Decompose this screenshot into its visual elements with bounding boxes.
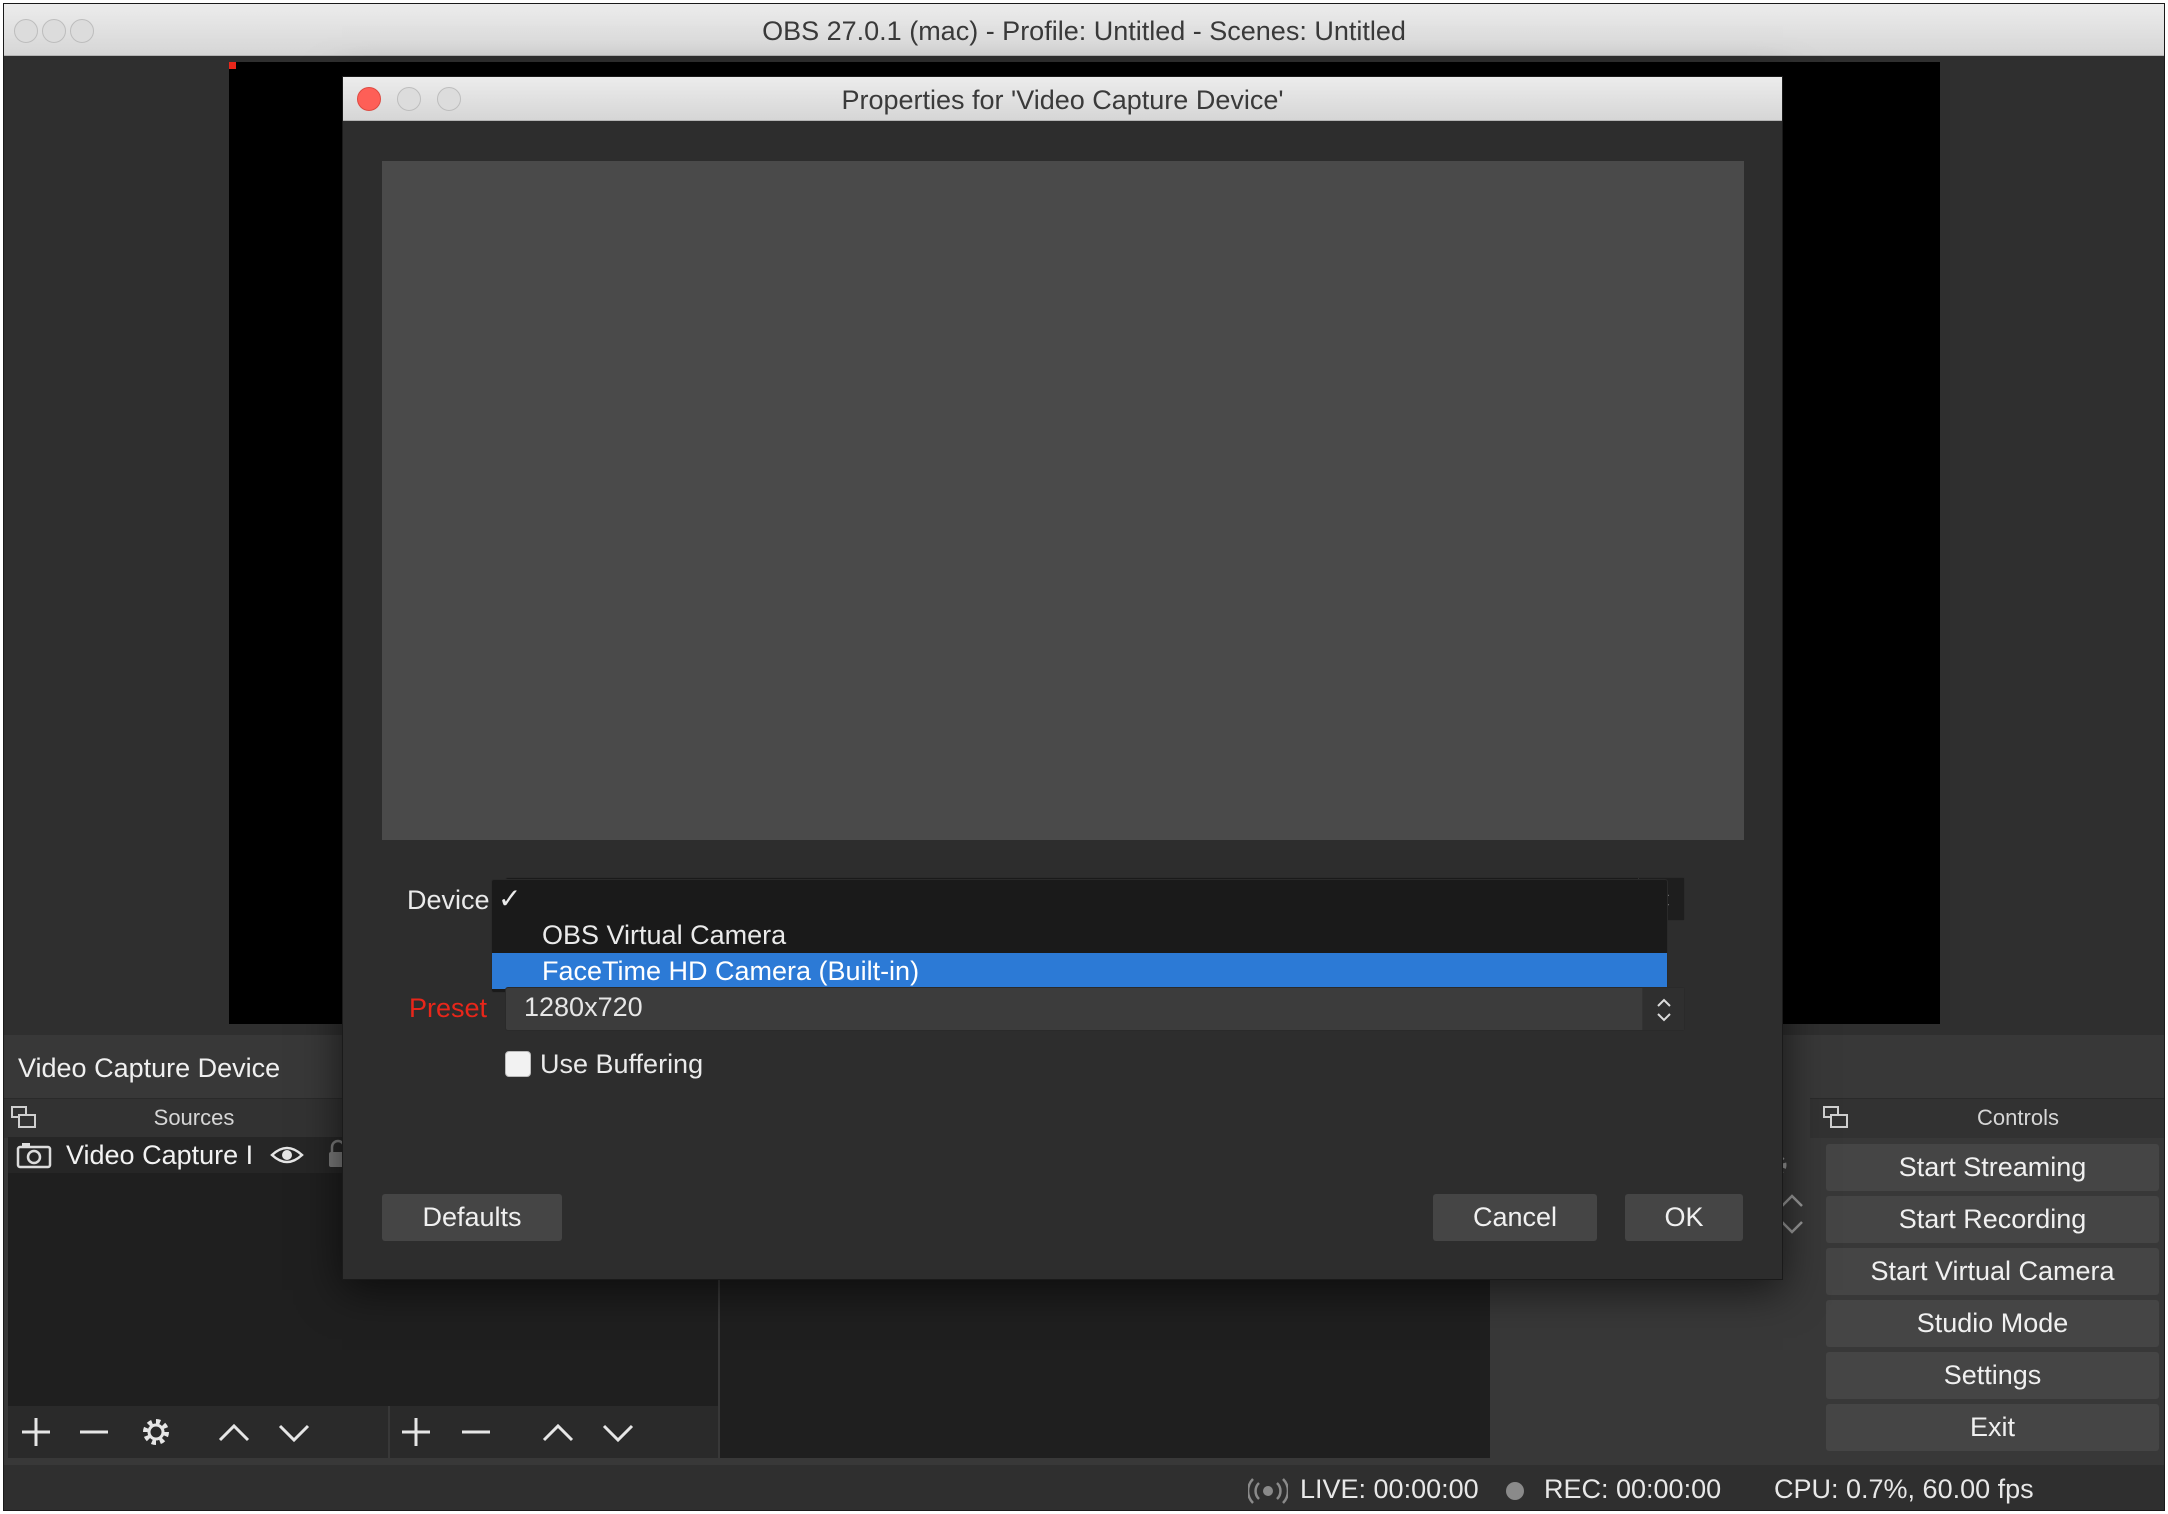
plus-icon[interactable] bbox=[16, 1412, 56, 1452]
camera-icon bbox=[16, 1143, 52, 1169]
device-option-obs-virtual-camera[interactable]: OBS Virtual Camera bbox=[492, 917, 1667, 953]
plus-icon[interactable] bbox=[396, 1412, 436, 1452]
sources-toolbar bbox=[8, 1406, 388, 1458]
use-buffering-checkbox[interactable] bbox=[505, 1051, 531, 1077]
status-bar: LIVE: 00:00:00 REC: 00:00:00 CPU: 0.7%, … bbox=[4, 1470, 2164, 1510]
minus-icon[interactable] bbox=[74, 1412, 114, 1452]
live-timer: LIVE: 00:00:00 bbox=[1300, 1474, 1479, 1504]
exit-button[interactable]: Exit bbox=[1826, 1404, 2159, 1451]
preset-select-arrows[interactable] bbox=[1642, 988, 1684, 1030]
properties-dialog: Properties for 'Video Capture Device' De… bbox=[342, 76, 1783, 1280]
mixer-toolbar bbox=[390, 1406, 718, 1458]
eye-icon[interactable] bbox=[270, 1143, 304, 1167]
main-window-title: OBS 27.0.1 (mac) - Profile: Untitled - S… bbox=[762, 16, 1406, 46]
dialog-title: Properties for 'Video Capture Device' bbox=[841, 85, 1284, 115]
sources-dock-label: Sources bbox=[153, 1105, 235, 1130]
preset-label: Preset bbox=[408, 993, 487, 1023]
cancel-button[interactable]: Cancel bbox=[1433, 1194, 1597, 1241]
chevron-up-icon[interactable] bbox=[1780, 1192, 1804, 1236]
rec-timer: REC: 00:00:00 bbox=[1544, 1474, 1722, 1504]
use-buffering-label: Use Buffering bbox=[540, 1049, 704, 1079]
sources-list[interactable] bbox=[8, 1138, 388, 1406]
dialog-titlebar[interactable]: Properties for 'Video Capture Device' bbox=[343, 77, 1782, 121]
defaults-button[interactable]: Defaults bbox=[382, 1194, 562, 1241]
minus-icon[interactable] bbox=[456, 1412, 496, 1452]
preset-value: 1280x720 bbox=[524, 992, 643, 1022]
chevron-up-icon[interactable] bbox=[538, 1412, 578, 1452]
record-dot-icon bbox=[1506, 1482, 1524, 1500]
start-streaming-button[interactable]: Start Streaming bbox=[1826, 1144, 2159, 1191]
studio-mode-button[interactable]: Studio Mode bbox=[1826, 1300, 2159, 1347]
source-preview bbox=[382, 161, 1744, 840]
source-row-video-capture[interactable]: Video Capture I bbox=[8, 1137, 388, 1173]
start-virtual-camera-button[interactable]: Start Virtual Camera bbox=[1826, 1248, 2159, 1295]
controls-dock-header: Controls bbox=[1810, 1098, 2164, 1138]
controls-dock-label: Controls bbox=[1977, 1105, 2059, 1130]
dock-popout-icon[interactable] bbox=[1822, 1105, 1850, 1131]
selection-marker bbox=[229, 62, 236, 69]
preset-select[interactable]: 1280x720 bbox=[505, 987, 1685, 1031]
start-recording-button[interactable]: Start Recording bbox=[1826, 1196, 2159, 1243]
chevron-up-down-icon bbox=[1657, 998, 1671, 1022]
cpu-status: CPU: 0.7%, 60.00 fps bbox=[1774, 1474, 2034, 1504]
chevron-up-icon[interactable] bbox=[214, 1412, 254, 1452]
sources-dock-header: Sources bbox=[4, 1098, 384, 1138]
broadcast-icon bbox=[1248, 1478, 1288, 1504]
chevron-down-icon[interactable] bbox=[274, 1412, 314, 1452]
gear-icon[interactable] bbox=[136, 1412, 176, 1452]
source-name: Video Capture I bbox=[66, 1140, 254, 1170]
device-label: Device bbox=[407, 885, 490, 915]
device-option-facetime-hd-camera[interactable]: FaceTime HD Camera (Built-in) bbox=[492, 953, 1667, 989]
ok-button[interactable]: OK bbox=[1625, 1194, 1743, 1241]
chevron-down-icon[interactable] bbox=[598, 1412, 638, 1452]
device-dropdown-menu[interactable]: ✓ OBS Virtual Camera FaceTime HD Camera … bbox=[491, 879, 1668, 993]
main-titlebar[interactable]: OBS 27.0.1 (mac) - Profile: Untitled - S… bbox=[4, 4, 2164, 56]
settings-button[interactable]: Settings bbox=[1826, 1352, 2159, 1399]
current-source-title: Video Capture Device bbox=[18, 1053, 281, 1083]
selected-checkmark: ✓ bbox=[498, 883, 522, 914]
